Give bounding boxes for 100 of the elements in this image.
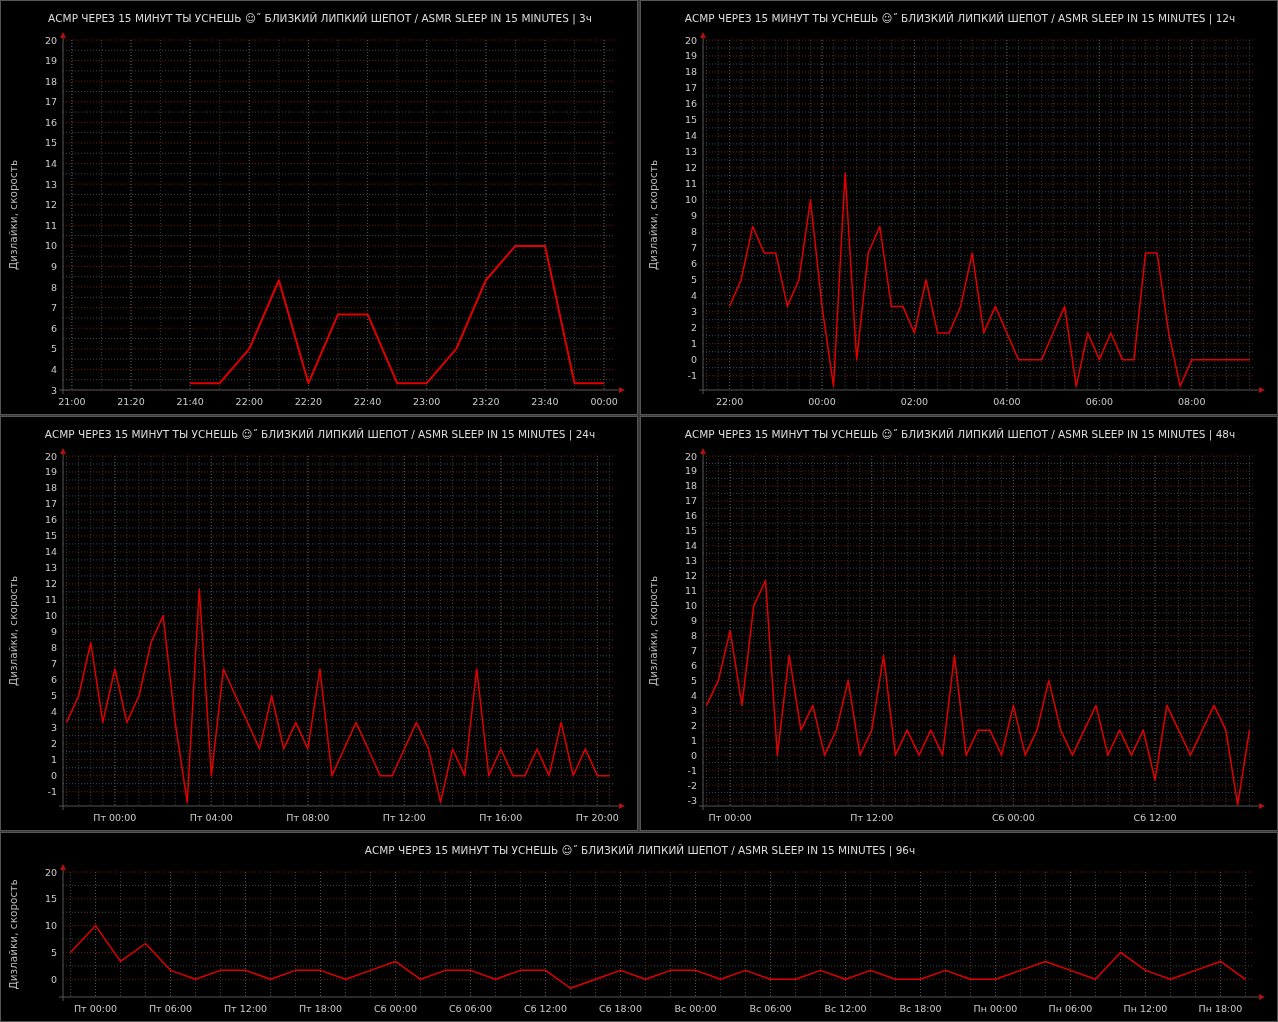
tick-label: 23:40 [531,396,559,407]
tick-label: Пт 00:00 [73,1003,118,1014]
tick-label: 9 [690,210,697,222]
tick-label: 13 [44,562,57,574]
tick-label: 16 [684,98,697,110]
tick-label: 3 [690,306,697,318]
tick-label: 21:00 [58,396,86,407]
tick-label: Пн 06:00 [1048,1003,1093,1014]
tick-label: 21:40 [176,396,204,407]
chart-title: АСМР ЧЕРЕЗ 15 МИНУТ ТЫ УСНЕШЬ ☺˝ БЛИЗКИЙ ЛИПКИЙ ШЕПОТ / ASMR SLEEP IN 15 MINUTES | 24ч [44,428,596,440]
tick-label: 4 [50,363,57,375]
tick-label: 6 [690,258,697,270]
chart-title: АСМР ЧЕРЕЗ 15 МИНУТ ТЫ УСНЕШЬ ☺˝ БЛИЗКИЙ ЛИПКИЙ ШЕПОТ / ASMR SLEEP IN 15 MINUTES | 12ч [684,12,1236,24]
tick-label: 8 [690,630,697,641]
tick-label: 22:00 [235,396,263,407]
tick-label: 9 [690,615,697,627]
tick-label: 13 [684,146,697,158]
tick-label: 20 [684,34,697,46]
tick-label: 0 [690,354,697,366]
tick-label: 10 [44,610,57,622]
chart-title: АСМР ЧЕРЕЗ 15 МИНУТ ТЫ УСНЕШЬ ☺˝ БЛИЗКИЙ ЛИПКИЙ ШЕПОТ / ASMR SLEEP IN 15 MINUTES | 3ч [48,12,592,24]
tick-label: Сб 18:00 [599,1003,642,1014]
tick-label: 0 [50,973,57,985]
tick-label: 9 [50,260,57,272]
tick-label: 06:00 [1085,396,1113,407]
tick-label: 23:00 [413,396,441,407]
tick-label: Сб 06:00 [449,1003,492,1014]
tick-label: 16 [44,116,57,128]
axis-label: Дизлайки, скорость [7,575,19,687]
axis-label: Дизлайки, скорость [7,159,19,271]
tick-label: Пн 00:00 [973,1003,1018,1014]
tick-label: 20 [44,866,57,878]
axis-label: Дизлайки, скорость [647,575,659,687]
tick-label: -1 [687,370,697,382]
tick-label: 5 [690,674,697,686]
tick-label: 8 [50,281,57,293]
tick-label: -1 [687,764,697,776]
tick-label: Пт 00:00 [708,812,752,823]
tick-label: Вс 06:00 [749,1003,792,1014]
tick-label: 18 [684,66,697,78]
tick-label: 14 [684,130,697,142]
tick-label: Вс 12:00 [824,1003,867,1014]
tick-label: 4 [50,706,57,718]
chart-title: АСМР ЧЕРЕЗ 15 МИНУТ ТЫ УСНЕШЬ ☺˝ БЛИЗКИЙ ЛИПКИЙ ШЕПОТ / ASMR SLEEP IN 15 MINUTES | 96ч [364,844,916,856]
tick-label: 6 [50,322,57,334]
tick-label: 2 [690,719,697,731]
tick-label: 7 [50,658,57,670]
tick-label: 17 [684,82,697,94]
tick-label: 1 [690,338,697,350]
tick-label: 9 [50,626,57,638]
tick-label: 19 [44,466,57,478]
tick-label: 04:00 [993,396,1021,407]
tick-label: 13 [44,178,57,190]
tick-label: 12 [684,162,697,174]
tick-label: 4 [690,689,697,701]
tick-label: 5 [50,946,57,958]
tick-label: 15 [44,893,57,905]
tick-label: Пт 08:00 [286,812,330,823]
tick-label: 19 [684,50,697,62]
tick-label: 13 [684,555,697,567]
axis-label: Дизлайки, скорость [647,159,659,271]
tick-label: Пт 20:00 [575,812,619,823]
tick-label: 5 [50,343,57,355]
tick-label: 22:00 [715,396,744,407]
tick-label: 00:00 [808,396,836,407]
tick-label: -2 [687,779,697,791]
tick-label: 5 [50,690,57,702]
tick-label: 12 [684,570,697,582]
tick-label: 20 [684,450,697,462]
tick-label: 5 [690,274,697,286]
tick-label: 18 [684,480,697,492]
tick-label: 3 [690,704,697,716]
tick-label: 7 [50,302,57,314]
tick-label: 22:40 [353,396,382,407]
tick-label: 15 [684,114,697,126]
tick-label: 4 [690,290,697,302]
tick-label: 17 [44,96,57,108]
tick-label: 10 [44,920,57,932]
tick-label: Пт 18:00 [298,1003,343,1014]
tick-label: 1 [690,734,697,746]
tick-label: Сб 12:00 [1133,812,1177,823]
tick-label: 2 [50,738,57,750]
tick-label: 1 [50,754,57,766]
tick-label: 10 [44,240,57,252]
tick-label: Вс 00:00 [674,1003,717,1014]
tick-label: -3 [687,794,697,806]
tick-label: Пт 12:00 [382,812,426,823]
tick-label: 3 [50,722,57,734]
tick-label: Пт 04:00 [189,812,233,823]
tick-label: Пт 12:00 [850,812,894,823]
tick-label: 6 [50,674,57,686]
tick-label: 10 [684,194,697,206]
tick-label: 00:00 [590,396,618,407]
tick-label: 11 [44,219,57,231]
tick-label: 21:20 [117,396,145,407]
tick-label: 19 [684,465,697,477]
tick-label: 12 [44,578,57,590]
tick-label: Пн 12:00 [1123,1003,1168,1014]
tick-label: Пт 06:00 [148,1003,193,1014]
tick-label: Пн 18:00 [1198,1003,1243,1014]
